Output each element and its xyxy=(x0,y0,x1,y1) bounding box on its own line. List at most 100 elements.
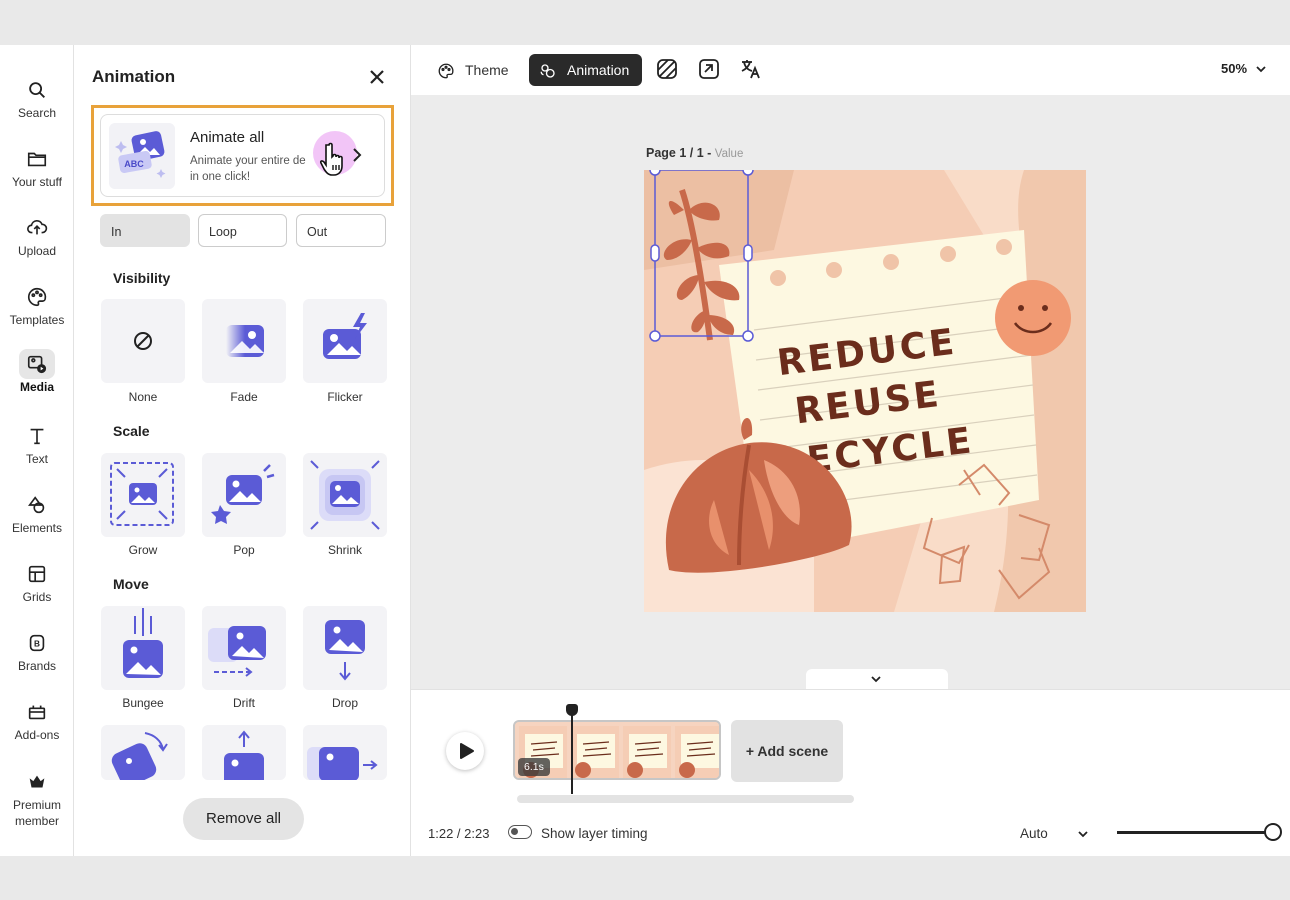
rail-item-label: Grids xyxy=(22,590,52,604)
rail-item-your-stuff[interactable]: Your stuff xyxy=(0,144,74,190)
flicker-icon xyxy=(323,313,367,359)
rail-item-premium[interactable]: Premium member xyxy=(0,767,74,829)
scene-thumbnail[interactable]: 6.1s xyxy=(513,720,721,780)
chevron-down-icon xyxy=(871,676,881,683)
rail-item-grids[interactable]: Grids xyxy=(0,559,74,605)
animation-tile-partial[interactable] xyxy=(202,725,286,780)
rail-item-label: Search xyxy=(17,106,57,120)
time-readout: 1:22 / 2:23 xyxy=(428,826,490,841)
animation-fade[interactable] xyxy=(202,299,286,383)
rail-item-search[interactable]: Search xyxy=(0,75,74,121)
remove-all-button[interactable]: Remove all xyxy=(183,798,304,840)
animation-label: None xyxy=(128,390,158,404)
animate-all-highlight: ABC Animate all Animate your entire de in… xyxy=(91,105,394,206)
section-title-visibility: Visibility xyxy=(113,270,171,286)
drop-icon xyxy=(325,620,365,681)
collapse-timeline-button[interactable] xyxy=(806,669,948,689)
animation-drop[interactable] xyxy=(303,606,387,690)
hand-cursor-icon xyxy=(319,141,351,177)
rail-item-text[interactable]: Text xyxy=(0,421,74,467)
grids-icon xyxy=(19,559,55,589)
rail-item-label: Premium member xyxy=(12,798,61,828)
media-icon xyxy=(19,349,55,379)
palette-icon xyxy=(438,63,454,79)
rail-item-elements[interactable]: Elements xyxy=(0,490,74,536)
tab-out[interactable]: Out xyxy=(296,214,386,247)
rail-item-label: Media xyxy=(19,380,54,394)
rail-item-media[interactable]: Media xyxy=(0,349,74,395)
theme-button[interactable]: Theme xyxy=(427,54,517,86)
play-button[interactable] xyxy=(446,732,484,770)
show-layer-timing-label: Show layer timing xyxy=(541,826,648,841)
rail-item-add-ons[interactable]: Add-ons xyxy=(0,697,74,743)
animate-all-description: Animate your entire de in one click! xyxy=(190,155,306,183)
scene-duration-badge: 6.1s xyxy=(518,758,550,776)
timeline-panel: 6.1s + Add scene 1:22 / 2:23 Show layer … xyxy=(411,689,1290,856)
rotate-icon xyxy=(111,732,168,780)
animate-all-thumbnail: ABC xyxy=(109,123,175,189)
animation-flicker[interactable] xyxy=(303,299,387,383)
translate-icon[interactable] xyxy=(740,58,762,80)
timeline-zoom-slider-thumb[interactable] xyxy=(1264,823,1282,841)
rail-item-label: Your stuff xyxy=(11,175,63,189)
brands-icon: B xyxy=(19,628,55,658)
rail-item-upload[interactable]: Upload xyxy=(0,213,74,259)
animation-label: Grow xyxy=(128,543,158,557)
tab-loop[interactable]: Loop xyxy=(198,214,287,247)
crown-icon xyxy=(19,767,55,797)
section-title-scale: Scale xyxy=(113,423,150,439)
add-scene-button[interactable]: + Add scene xyxy=(731,720,843,782)
resize-icon[interactable] xyxy=(698,58,720,80)
animation-bungee[interactable] xyxy=(101,606,185,690)
playhead-handle[interactable] xyxy=(566,704,578,716)
animation-tile-partial[interactable] xyxy=(101,725,185,780)
animation-label: Drift xyxy=(233,696,255,710)
animation-pop[interactable] xyxy=(202,453,286,537)
top-toolbar: Theme Animation 50% xyxy=(411,45,1290,95)
panel-title: Animation xyxy=(92,67,176,86)
rail-item-label: Text xyxy=(25,452,48,466)
rail-item-templates[interactable]: Templates xyxy=(0,282,74,328)
animate-all-card[interactable]: ABC Animate all Animate your entire de in… xyxy=(100,114,385,197)
rail-item-label: Add-ons xyxy=(14,728,60,742)
rail-item-label: Elements xyxy=(11,521,63,535)
animation-shrink[interactable] xyxy=(303,453,387,537)
animation-drift[interactable] xyxy=(202,606,286,690)
rise-icon xyxy=(224,730,264,780)
show-layer-timing-toggle[interactable] xyxy=(508,825,532,839)
close-icon[interactable] xyxy=(367,67,387,87)
animation-label: Bungee xyxy=(122,696,164,710)
design-canvas[interactable]: REDUCE REUSE RECYCLE xyxy=(644,170,1086,612)
page-label: Page 1 / 1 - Value xyxy=(646,146,744,160)
animation-label: Fade xyxy=(230,390,258,404)
animation-icon xyxy=(540,64,555,78)
animation-tile-partial[interactable] xyxy=(303,725,387,780)
canvas-artwork: REDUCE REUSE RECYCLE xyxy=(644,170,1086,612)
rail-item-label: Brands xyxy=(17,659,57,673)
rail-item-label: Templates xyxy=(9,313,65,327)
chevron-down-icon xyxy=(1256,66,1266,73)
upload-icon xyxy=(19,213,55,243)
folder-icon xyxy=(19,144,55,174)
animation-label: Drop xyxy=(331,696,358,710)
animation-grow[interactable] xyxy=(101,453,185,537)
speed-select[interactable]: Auto xyxy=(1020,826,1100,841)
svg-text:ABC: ABC xyxy=(124,159,144,169)
animation-none[interactable] xyxy=(101,299,185,383)
tab-in[interactable]: In xyxy=(100,214,190,247)
plus-icon: + xyxy=(745,743,758,759)
animation-button[interactable]: Animation xyxy=(529,54,642,86)
animation-panel: Animation ABC Animate all Animate your e… xyxy=(75,45,411,856)
section-title-move: Move xyxy=(113,576,149,592)
search-icon xyxy=(19,75,55,105)
animation-label: Pop xyxy=(233,543,255,557)
rail-item-brands[interactable]: B Brands xyxy=(0,628,74,674)
elements-icon xyxy=(19,490,55,520)
pattern-icon[interactable] xyxy=(656,58,678,80)
playhead[interactable] xyxy=(571,710,573,794)
zoom-dropdown[interactable]: 50% xyxy=(1221,61,1266,76)
grow-icon xyxy=(110,462,174,526)
chevron-down-icon xyxy=(1078,831,1088,838)
timeline-scrollbar[interactable] xyxy=(517,795,854,803)
timeline-zoom-slider[interactable] xyxy=(1117,831,1273,834)
